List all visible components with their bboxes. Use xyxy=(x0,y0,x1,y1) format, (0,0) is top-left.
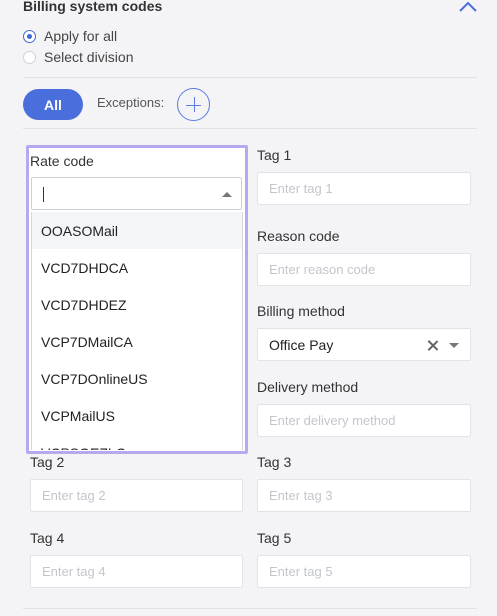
dropdown-option[interactable]: VCD7DHDCA xyxy=(32,249,242,286)
tag2-label: Tag 2 xyxy=(30,454,65,470)
caret-up-icon[interactable] xyxy=(222,192,232,197)
tag4-label: Tag 4 xyxy=(30,530,65,546)
dropdown-option[interactable]: VCD7DHDEZ xyxy=(32,286,242,323)
tag4-placeholder: Enter tag 4 xyxy=(42,564,106,579)
tag5-placeholder: Enter tag 5 xyxy=(269,564,333,579)
rate-code-dropdown[interactable]: OOASOMail VCD7DHDCA VCD7DHDEZ VCP7DMailC… xyxy=(31,212,243,450)
tag4-input[interactable]: Enter tag 4 xyxy=(30,555,243,588)
dropdown-option[interactable]: VCPMailUS xyxy=(32,397,242,434)
tag1-input[interactable]: Enter tag 1 xyxy=(257,172,471,205)
tag5-label: Tag 5 xyxy=(257,530,292,546)
caret-down-icon[interactable] xyxy=(449,343,459,348)
radio-select-division[interactable]: Select division xyxy=(23,48,134,66)
delivery-method-label: Delivery method xyxy=(257,379,359,395)
tag3-input[interactable]: Enter tag 3 xyxy=(257,479,471,512)
tag3-placeholder: Enter tag 3 xyxy=(269,488,333,503)
close-icon[interactable] xyxy=(427,340,439,352)
tag5-input[interactable]: Enter tag 5 xyxy=(257,555,471,588)
tag2-input[interactable]: Enter tag 2 xyxy=(30,479,243,512)
reason-code-label: Reason code xyxy=(257,228,340,244)
tag3-label: Tag 3 xyxy=(257,454,292,470)
radio-select-division-label: Select division xyxy=(44,49,134,65)
dropdown-option[interactable]: VCP7DOnlineUS xyxy=(32,360,242,397)
divider xyxy=(23,608,477,609)
section-title: Billing system codes xyxy=(23,0,163,14)
delivery-method-placeholder: Enter delivery method xyxy=(269,413,396,428)
tag1-placeholder: Enter tag 1 xyxy=(269,181,333,196)
tag1-label: Tag 1 xyxy=(257,147,292,163)
divider xyxy=(23,77,477,78)
radio-checked-icon[interactable] xyxy=(23,29,36,43)
dropdown-option[interactable]: VCPSOEZLC xyxy=(32,434,242,451)
radio-apply-for-all[interactable]: Apply for all xyxy=(23,27,117,45)
billing-method-label: Billing method xyxy=(257,303,345,319)
chevron-up-icon[interactable] xyxy=(458,0,478,12)
exceptions-label: Exceptions: xyxy=(97,95,165,110)
reason-code-input[interactable]: Enter reason code xyxy=(257,253,471,286)
radio-apply-for-all-label: Apply for all xyxy=(44,28,118,44)
dropdown-option[interactable]: VCP7DMailCA xyxy=(32,323,242,360)
rate-code-input[interactable] xyxy=(31,177,242,210)
add-exception-button[interactable] xyxy=(177,88,210,121)
divider xyxy=(23,128,477,129)
reason-code-placeholder: Enter reason code xyxy=(269,262,376,277)
billing-method-value: Office Pay xyxy=(269,336,334,353)
text-caret xyxy=(43,187,44,202)
radio-unchecked-icon[interactable] xyxy=(23,50,36,64)
all-filter-button[interactable]: All xyxy=(23,89,83,120)
delivery-method-input[interactable]: Enter delivery method xyxy=(257,404,471,437)
rate-code-label: Rate code xyxy=(30,153,94,169)
dropdown-option[interactable]: OOASOMail xyxy=(32,212,242,249)
tag2-placeholder: Enter tag 2 xyxy=(42,488,106,503)
